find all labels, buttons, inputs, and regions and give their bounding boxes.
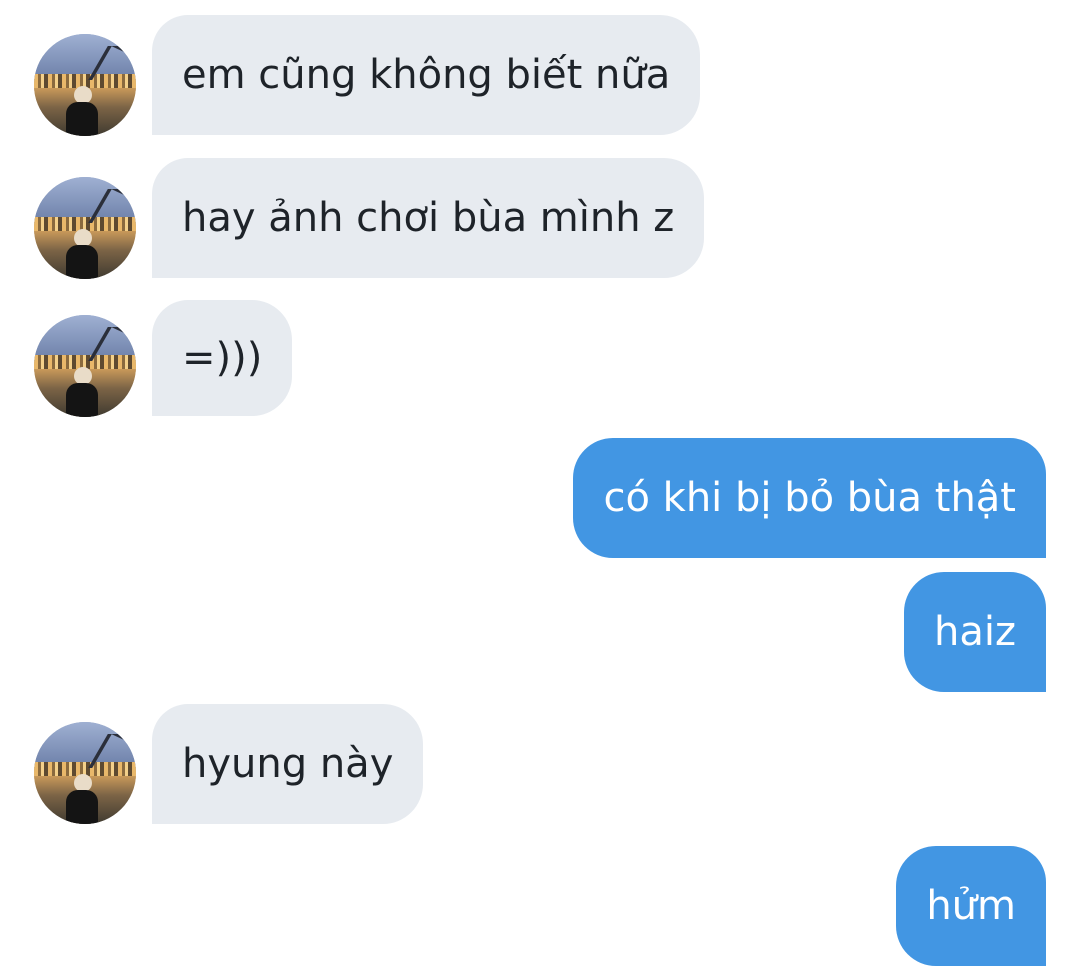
message-bubble-incoming[interactable]: =))) (152, 300, 293, 416)
message-text: hửm (926, 883, 1016, 929)
message-text: hay ảnh chơi bùa mình z (182, 195, 675, 241)
message-bubble-outgoing[interactable]: hửm (896, 846, 1046, 966)
message-text: có khi bị bỏ bùa thật (603, 475, 1016, 521)
contact-avatar[interactable] (34, 34, 136, 136)
message-text: =))) (182, 335, 263, 381)
message-bubble-outgoing[interactable]: có khi bị bỏ bùa thật (573, 438, 1046, 558)
message-bubble-incoming[interactable]: hay ảnh chơi bùa mình z (152, 158, 705, 278)
contact-avatar[interactable] (34, 315, 136, 417)
message-text: em cũng không biết nữa (182, 52, 671, 98)
contact-avatar[interactable] (34, 177, 136, 279)
message-bubble-incoming[interactable]: em cũng không biết nữa (152, 15, 701, 135)
chat-thread: em cũng không biết nữa hay ảnh chơi bùa … (0, 0, 1080, 968)
message-text: haiz (934, 609, 1016, 655)
message-bubble-incoming[interactable]: hyung này (152, 704, 424, 824)
message-bubble-outgoing[interactable]: haiz (904, 572, 1046, 692)
message-text: hyung này (182, 741, 394, 787)
contact-avatar[interactable] (34, 722, 136, 824)
